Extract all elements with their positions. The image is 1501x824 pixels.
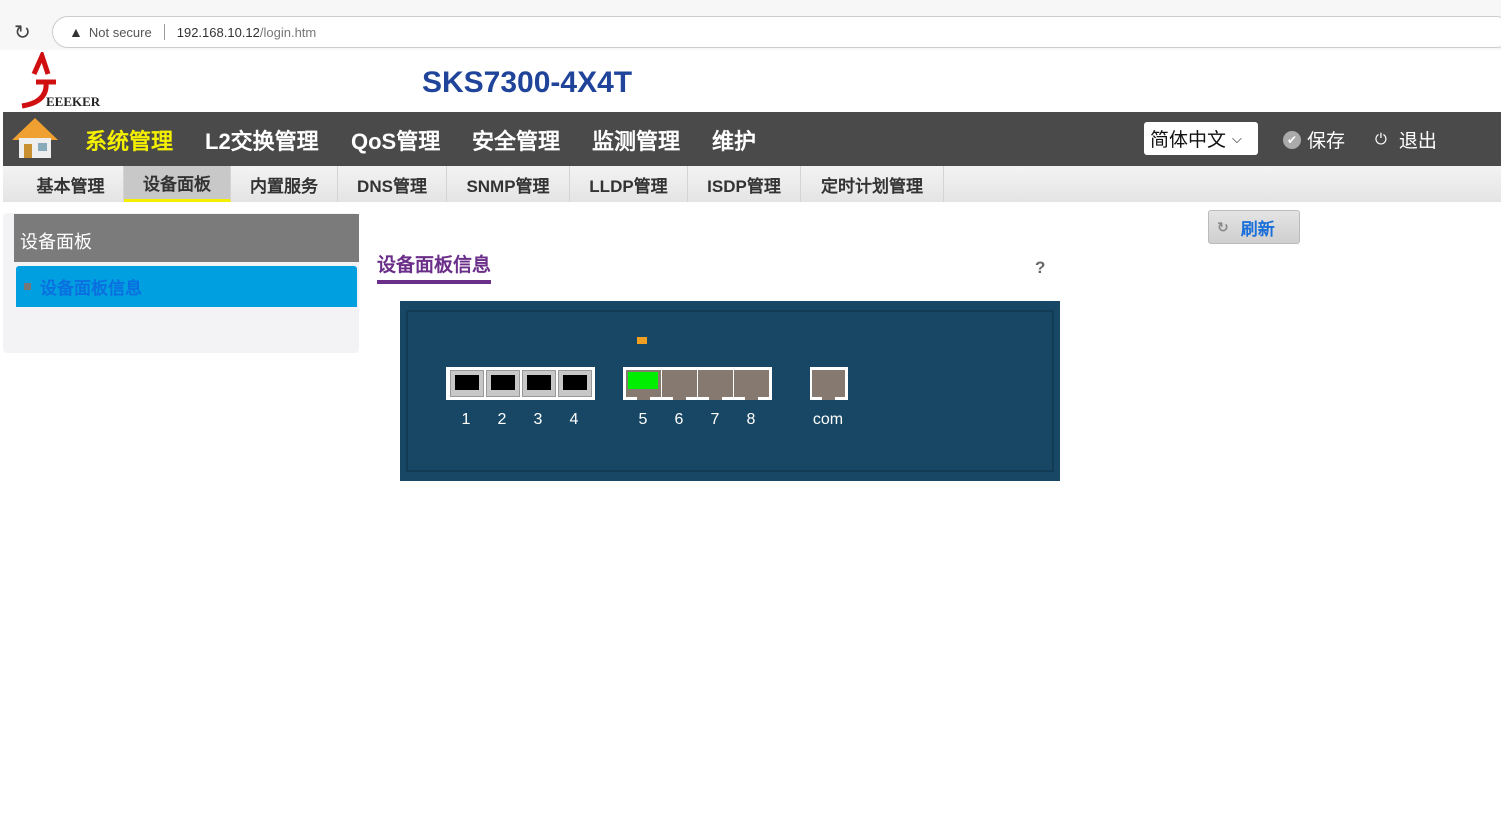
nav-maintenance[interactable]: 维护 [712, 124, 756, 156]
nav-l2[interactable]: L2交换管理 [205, 124, 319, 156]
logo: EEEKER [16, 49, 106, 110]
language-select[interactable]: 简体中文 ⌵ [1144, 122, 1258, 155]
sfp-port-1[interactable] [450, 370, 484, 397]
nav-system[interactable]: 系统管理 [85, 124, 173, 156]
nav-qos[interactable]: QoS管理 [351, 124, 440, 156]
warning-icon: ▲ [69, 24, 83, 40]
header [0, 50, 1501, 112]
tab-dns[interactable]: DNS管理 [338, 166, 447, 202]
logout-button[interactable]: ⏻ 退出 [1375, 126, 1437, 153]
sidebar-title: 设备面板 [14, 214, 359, 262]
sidebar-item-device-panel-info[interactable]: 设备面板信息 [16, 266, 357, 307]
power-icon: ⏻ [1375, 131, 1387, 148]
port-label: 7 [710, 411, 720, 428]
url-path: /login.htm [259, 24, 317, 40]
tab-schedule[interactable]: 定时计划管理 [801, 166, 944, 202]
sfp-port-4[interactable] [558, 370, 592, 397]
bullet-icon [24, 283, 31, 290]
port-label: 1 [461, 411, 471, 428]
sidebar-item-label: 设备面板信息 [40, 279, 142, 298]
nav-monitor[interactable]: 监测管理 [592, 124, 680, 156]
sfp-port-2[interactable] [486, 370, 520, 397]
reload-icon[interactable]: ↻ [14, 20, 31, 45]
console-port[interactable] [812, 370, 845, 400]
tab-builtin-services[interactable]: 内置服务 [231, 166, 338, 202]
language-value: 简体中文 [1150, 130, 1227, 151]
link-up-indicator [628, 372, 658, 389]
refresh-button[interactable]: ↻ 刷新 [1208, 210, 1300, 244]
refresh-label: 刷新 [1240, 219, 1275, 239]
home-icon[interactable] [10, 116, 60, 165]
save-button[interactable]: ✔ 保存 [1283, 126, 1345, 153]
status-led [637, 337, 647, 344]
divider [163, 24, 165, 40]
port-label: 3 [533, 411, 543, 428]
save-label: 保存 [1307, 131, 1346, 152]
security-label: Not secure [88, 24, 152, 40]
help-icon[interactable]: ? [1035, 258, 1045, 278]
tab-lldp[interactable]: LLDP管理 [570, 166, 688, 202]
rj45-port-5[interactable] [626, 370, 661, 400]
port-label: com [812, 411, 844, 428]
port-label: 6 [674, 411, 684, 428]
tab-basic[interactable]: 基本管理 [18, 166, 124, 202]
svg-text:EEEKER: EEEKER [46, 94, 101, 109]
port-label: 4 [569, 411, 579, 428]
port-label: 8 [746, 411, 756, 428]
port-label: 5 [638, 411, 648, 428]
url-host: 192.168.10.12 [176, 24, 260, 40]
chevron-down-icon: ⌵ [1232, 130, 1242, 146]
tab-snmp[interactable]: SNMP管理 [447, 166, 570, 202]
page-title: 设备面板信息 [377, 250, 492, 284]
logout-label: 退出 [1398, 131, 1437, 152]
check-icon: ✔ [1283, 130, 1301, 149]
refresh-icon: ↻ [1217, 218, 1229, 235]
tab-device-panel[interactable]: 设备面板 [124, 166, 231, 202]
rj45-port-7[interactable] [698, 370, 733, 400]
device-title: SKS7300-4X4T [422, 66, 633, 99]
address-bar[interactable]: ▲ Not secure 192.168.10.12/login.htm [52, 16, 1501, 48]
sfp-port-3[interactable] [522, 370, 556, 397]
nav-security[interactable]: 安全管理 [472, 124, 560, 156]
rj45-port-6[interactable] [662, 370, 697, 400]
port-label: 2 [497, 411, 507, 428]
rj45-port-8[interactable] [734, 370, 769, 400]
tab-isdp[interactable]: ISDP管理 [688, 166, 801, 202]
